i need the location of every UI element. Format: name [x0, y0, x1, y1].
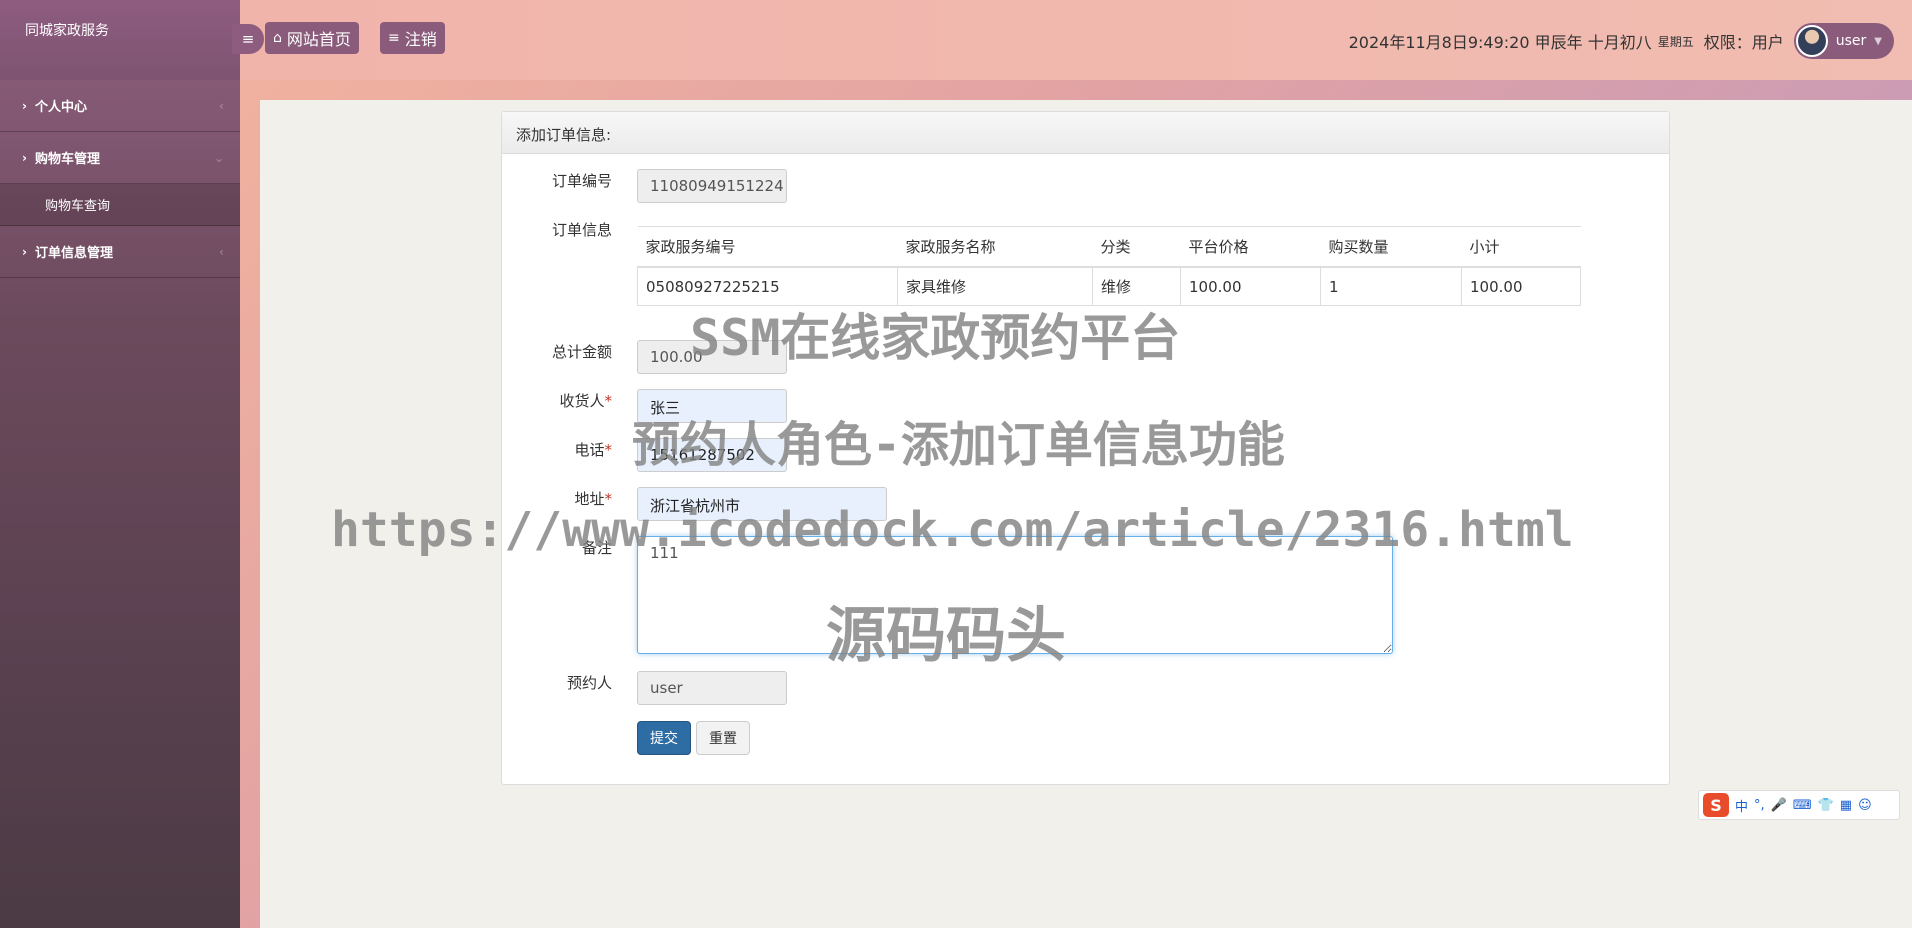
ime-skin-icon[interactable]: 👕 — [1818, 798, 1834, 813]
table-header: 购买数量 — [1320, 226, 1462, 268]
required-mark: * — [604, 392, 613, 410]
logout-button-label: 注销 — [404, 30, 437, 49]
table-cell: 100.00 — [1180, 266, 1321, 306]
avatar — [1795, 25, 1828, 57]
table-header: 小计 — [1461, 226, 1581, 268]
add-order-panel: 添加订单信息: 订单编号 11080949151224 订单信息 家政服务编号 … — [501, 111, 1670, 785]
home-button[interactable]: ⌂ 网站首页 — [265, 22, 359, 54]
total-label: 总计金额 — [551, 343, 612, 361]
chevron-right-icon: › — [22, 244, 27, 259]
submit-button[interactable]: 提交 — [637, 721, 691, 755]
total-field[interactable]: 100.00 — [637, 340, 787, 374]
consignee-label-text: 收货人 — [559, 392, 605, 410]
sidebar-item-label: 购物车管理 — [34, 152, 100, 167]
caret-down-icon: ▼ — [1874, 35, 1882, 47]
menu-icon: ≡ — [388, 30, 400, 46]
ime-emoji-icon[interactable]: ☺ — [1858, 798, 1872, 813]
required-mark: * — [604, 441, 613, 459]
phone-label-text: 电话 — [574, 441, 605, 459]
order-no-field[interactable]: 11080949151224 — [637, 169, 787, 203]
chevron-left-icon: ‹ — [219, 244, 224, 259]
ime-grid-icon[interactable]: ▦ — [1840, 798, 1852, 813]
chevron-right-icon: › — [22, 150, 27, 165]
datetime-text: 2024年11月8日9:49:20 甲辰年 十月初八 — [1348, 33, 1652, 52]
address-input[interactable]: 浙江省杭州市 — [637, 487, 887, 521]
ime-chinese-mode[interactable]: 中 — [1735, 796, 1748, 815]
weekday-text: 星期五 — [1657, 34, 1694, 49]
sidebar-item-order-management[interactable]: › 订单信息管理 ‹ — [0, 226, 240, 278]
note-textarea[interactable]: 111 — [637, 536, 1393, 654]
table-header: 平台价格 — [1180, 226, 1321, 268]
sidebar-item-label: 订单信息管理 — [34, 246, 113, 261]
order-info-label: 订单信息 — [551, 221, 612, 239]
sidebar-subitem-cart-query[interactable]: 购物车查询 — [0, 184, 240, 226]
main-content: 添加订单信息: 订单编号 11080949151224 订单信息 家政服务编号 … — [260, 100, 1912, 928]
ime-punctuation-icon[interactable]: °, — [1754, 798, 1765, 813]
booker-field[interactable]: user — [637, 671, 787, 705]
panel-title: 添加订单信息: — [502, 112, 1669, 154]
phone-label: 电话* — [502, 439, 612, 460]
top-right-info: 2024年11月8日9:49:20 甲辰年 十月初八 星期五 权限：用户 use… — [1348, 23, 1894, 59]
sogou-logo-icon[interactable]: S — [1703, 793, 1729, 817]
booker-label: 预约人 — [566, 674, 612, 692]
table-cell: 05080927225215 — [637, 266, 898, 306]
table-row: 05080927225215 家具维修 维修 100.00 1 100.00 — [637, 266, 1581, 306]
address-label-text: 地址 — [574, 490, 605, 508]
ime-keyboard-icon[interactable]: ⌨ — [1793, 798, 1812, 813]
ime-toolbar[interactable]: S 中 °, 🎤 ⌨ 👕 ▦ ☺ — [1698, 790, 1900, 820]
table-cell: 家具维修 — [897, 266, 1093, 306]
sidebar-item-label: 个人中心 — [34, 100, 87, 115]
table-header: 分类 — [1092, 226, 1181, 268]
order-no-label: 订单编号 — [551, 172, 612, 190]
logout-button[interactable]: ≡ 注销 — [380, 22, 445, 54]
consignee-label: 收货人* — [502, 390, 612, 411]
phone-input[interactable]: 15161287502 — [637, 438, 787, 472]
permission-text: 权限：用户 — [1703, 33, 1784, 52]
address-label: 地址* — [502, 488, 612, 509]
home-icon: ⌂ — [273, 30, 282, 46]
chevron-left-icon: ‹ — [219, 98, 224, 113]
sidebar-item-personal-center[interactable]: › 个人中心 ‹ — [0, 80, 240, 132]
sidebar-item-cart-management[interactable]: › 购物车管理 ⌄ — [0, 132, 240, 184]
table-cell: 1 — [1320, 266, 1462, 306]
home-button-label: 网站首页 — [286, 30, 351, 49]
table-header: 家政服务编号 — [637, 226, 898, 268]
chevron-down-icon: ⌄ — [213, 150, 224, 165]
table-cell: 维修 — [1092, 266, 1181, 306]
required-mark: * — [604, 490, 613, 508]
reset-button[interactable]: 重置 — [696, 721, 750, 755]
order-items-table: 家政服务编号 家政服务名称 分类 平台价格 购买数量 小计 0508092722… — [637, 226, 1581, 306]
username: user — [1835, 33, 1867, 49]
table-header: 家政服务名称 — [897, 226, 1093, 268]
note-label: 备注 — [581, 539, 612, 557]
brand-title: 同城家政服务 — [0, 0, 240, 80]
sidebar: 同城家政服务 › 个人中心 ‹ › 购物车管理 ⌄ 购物车查询 › 订单信息管理… — [0, 0, 240, 928]
table-cell: 100.00 — [1461, 266, 1581, 306]
user-menu[interactable]: user ▼ — [1793, 23, 1894, 59]
ime-microphone-icon[interactable]: 🎤 — [1771, 798, 1787, 813]
table-header-row: 家政服务编号 家政服务名称 分类 平台价格 购买数量 小计 — [637, 226, 1581, 268]
chevron-right-icon: › — [22, 98, 27, 113]
menu-toggle-icon[interactable]: ≡ — [232, 24, 264, 54]
top-bar: ≡ ⌂ 网站首页 ≡ 注销 2024年11月8日9:49:20 甲辰年 十月初八… — [232, 0, 1912, 80]
consignee-input[interactable]: 张三 — [637, 389, 787, 423]
